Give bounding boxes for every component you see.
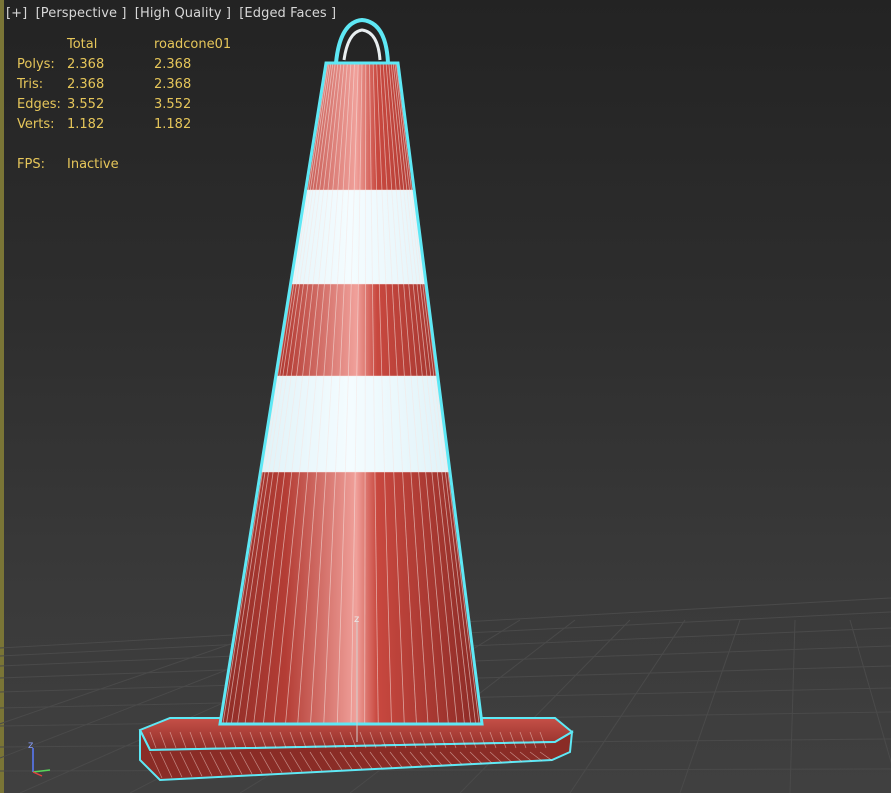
pivot-z-label: z [354,614,359,625]
cone-stripe-upper [220,190,482,284]
scene-canvas[interactable]: z z [0,0,891,793]
road-cone[interactable] [138,17,574,782]
perspective-viewport[interactable]: [+] [Perspective ] [High Quality ] [Edge… [0,0,891,793]
cone-stripe-lower [220,376,482,472]
axis-tripod-z-label: z [28,740,33,751]
